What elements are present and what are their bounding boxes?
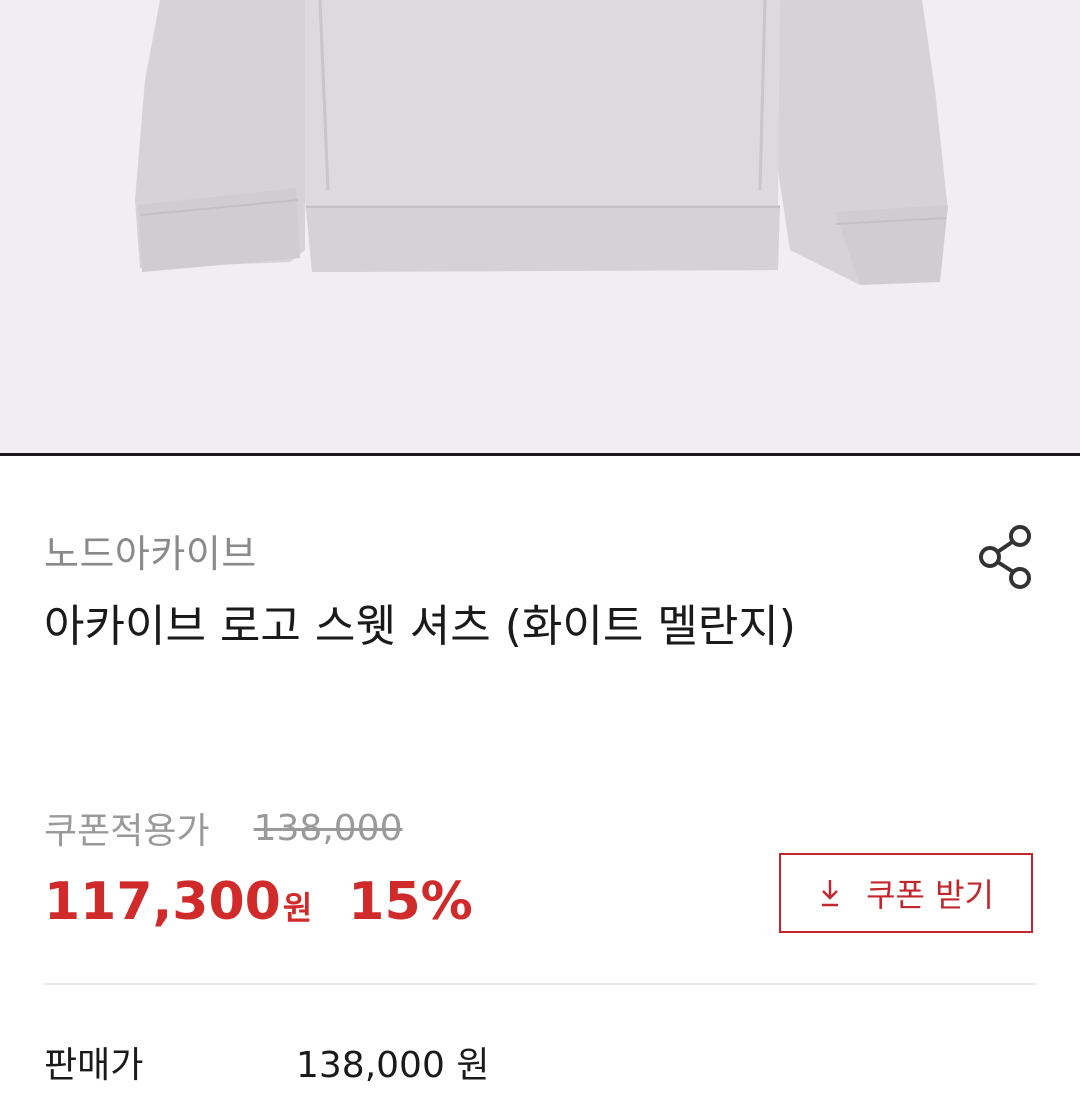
coupon-price: 117,300 [44,872,281,932]
section-divider [44,983,1036,985]
product-image[interactable] [0,0,1080,453]
sale-price-label: 판매가 [44,1045,144,1086]
get-coupon-button[interactable]: 쿠폰 받기 [779,853,1033,933]
hero-divider [0,453,1080,456]
product-title: 아카이브 로고 스웻 셔츠 (화이트 멜란지) [44,601,796,652]
share-icon [979,525,1031,589]
share-button[interactable] [972,522,1044,594]
coupon-price-label: 쿠폰적용가 [44,811,210,852]
sale-price: 138,000 원 [296,1045,490,1086]
coupon-price-row: 117,300 원 15% [44,872,473,942]
discount-rate: 15% [348,872,473,932]
original-price: 138,000 [253,807,403,849]
currency-unit: 원 [282,889,313,927]
original-price-row: 쿠폰적용가 138,000 [44,800,402,856]
brand-name[interactable]: 노드아카이브 [44,526,257,582]
get-coupon-label: 쿠폰 받기 [866,876,994,914]
sweatshirt-illustration [135,0,948,285]
download-arrow-icon [822,880,839,907]
